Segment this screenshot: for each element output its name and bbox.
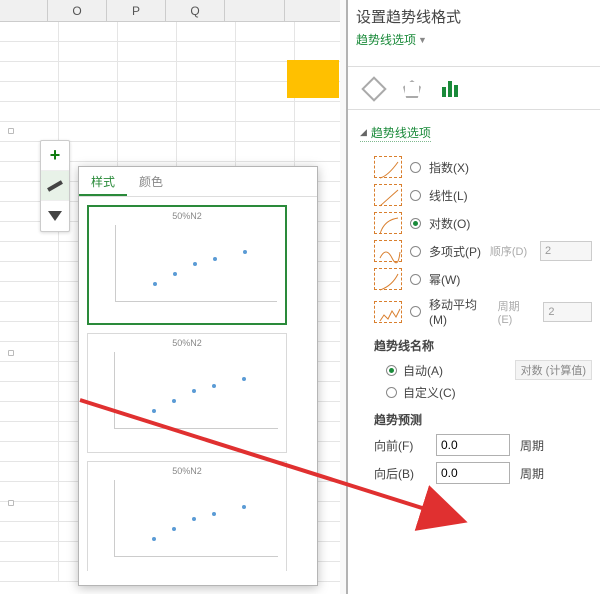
movavg-curve-icon [374, 301, 402, 323]
trend-type-power[interactable]: 幂(W) [374, 268, 592, 290]
trend-type-polynomial[interactable]: 多项式(P) 顺序(D) 2 [374, 240, 592, 262]
col-header-q[interactable]: Q [166, 0, 225, 21]
power-curve-icon [374, 268, 402, 290]
pentagon-icon [403, 80, 421, 98]
forecast-backward-input[interactable] [436, 462, 510, 484]
chart-style-thumbnail[interactable]: 50%N2 [87, 205, 287, 325]
chart-selection-handle[interactable] [8, 128, 14, 134]
polynomial-curve-icon [374, 240, 402, 262]
dropdown-arrow-icon: ▼ [418, 35, 427, 45]
plus-icon: + [50, 145, 61, 166]
pane-title: 设置趋势线格式 [356, 6, 592, 27]
collapse-triangle-icon: ◢ [360, 127, 367, 138]
paint-can-icon [361, 76, 386, 101]
chart-element-toolbar: + [40, 140, 70, 232]
chart-style-thumbnail[interactable]: 50%N2 [87, 333, 287, 453]
effects-tab[interactable] [400, 77, 424, 101]
col-header-p[interactable]: P [107, 0, 166, 21]
gallery-tab-color[interactable]: 颜色 [127, 167, 175, 196]
funnel-icon [48, 211, 62, 221]
col-header-o[interactable]: O [48, 0, 107, 21]
trend-type-logarithmic[interactable]: 对数(O) [374, 212, 592, 234]
gallery-tab-style[interactable]: 样式 [79, 167, 127, 196]
backward-label: 向后(B) [374, 465, 430, 482]
trendline-options-tab[interactable] [438, 77, 462, 101]
pane-scope-dropdown[interactable]: 趋势线选项 ▼ [356, 31, 427, 48]
brush-icon [47, 180, 63, 191]
exponential-curve-icon [374, 156, 402, 178]
chart-selection-handle[interactable] [8, 500, 14, 506]
format-trendline-pane: 设置趋势线格式 趋势线选项 ▼ ◢ 趋势线选项 指数(X) 线性(L) 对数(O… [346, 0, 600, 594]
fill-line-tab[interactable] [362, 77, 386, 101]
bar-chart-icon [442, 81, 458, 97]
section-trendline-options[interactable]: ◢ 趋势线选项 [360, 124, 431, 142]
highlighted-cell[interactable] [287, 60, 339, 98]
trend-type-exponential[interactable]: 指数(X) [374, 156, 592, 178]
chart-selection-handle[interactable] [8, 350, 14, 356]
chart-style-gallery: 样式 颜色 50%N2 50%N2 [78, 166, 318, 586]
chart-style-thumbnail[interactable]: 50%N2 [87, 461, 287, 571]
chart-styles-button[interactable] [41, 171, 69, 201]
linear-curve-icon [374, 184, 402, 206]
log-curve-icon [374, 212, 402, 234]
chart-filters-button[interactable] [41, 201, 69, 231]
trend-type-linear[interactable]: 线性(L) [374, 184, 592, 206]
add-chart-element-button[interactable]: + [41, 141, 69, 171]
gallery-scroll-area[interactable]: 50%N2 50%N2 50%N2 [79, 197, 317, 571]
